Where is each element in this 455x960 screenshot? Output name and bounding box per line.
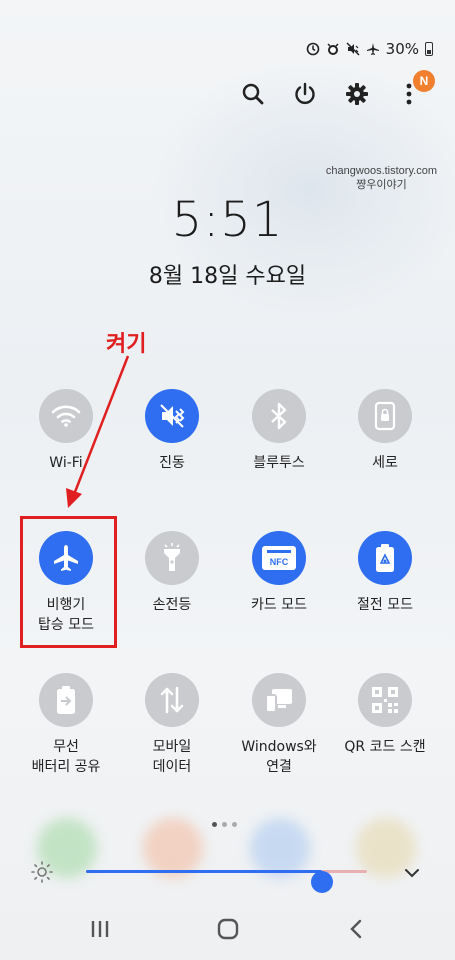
recents-button[interactable] (80, 914, 120, 944)
power-button[interactable] (291, 80, 319, 108)
tile-label: Windows와 연결 (241, 739, 317, 775)
page-dot-2 (222, 822, 227, 827)
more-vert-icon (406, 83, 412, 105)
highlight-box (20, 516, 117, 648)
sync-icon (306, 42, 319, 56)
tile-nfc[interactable]: NFC 카드 모드 (229, 531, 329, 615)
tile-flashlight[interactable]: 손전등 (122, 531, 222, 615)
tile-label: 모바일 데이터 (152, 739, 192, 775)
annotation-label: 켜기 (106, 332, 147, 357)
notification-badge: N (413, 70, 435, 92)
tile-vibrate[interactable]: 진동 (122, 389, 222, 473)
bluetooth-icon[interactable] (252, 389, 306, 443)
tile-label: 손전등 (152, 597, 192, 613)
power-icon (295, 82, 315, 105)
nfc-icon[interactable]: NFC (252, 531, 306, 585)
search-icon (242, 83, 264, 105)
page-dot-3 (232, 822, 237, 827)
flashlight-icon[interactable] (145, 531, 199, 585)
tile-label: 절전 모드 (357, 597, 413, 613)
back-button[interactable] (336, 914, 376, 944)
tile-label: QR 코드 스캔 (344, 739, 426, 755)
chevron-down-icon[interactable] (403, 864, 421, 882)
search-button[interactable] (239, 80, 267, 108)
sun-icon (31, 861, 53, 883)
alarm-icon (327, 43, 339, 55)
battery-icon (425, 42, 433, 56)
recents-icon (91, 921, 109, 937)
tile-label: Wi-Fi (49, 455, 83, 471)
brightness-fill (86, 870, 323, 873)
quick-panel-actions: N (239, 70, 435, 108)
more-options-button[interactable]: N (395, 70, 435, 108)
back-icon (350, 919, 362, 939)
clock-time[interactable]: 5:51 (0, 192, 455, 248)
wifi-icon[interactable] (39, 389, 93, 443)
battery-percent: 30% (385, 40, 419, 58)
status-bar: 30% (306, 40, 433, 58)
tile-label: 진동 (159, 455, 185, 471)
qr-code-icon[interactable] (358, 673, 412, 727)
tile-qr-code[interactable]: QR 코드 스캔 (335, 673, 435, 757)
home-button[interactable] (208, 914, 248, 944)
tile-wireless-powershare[interactable]: 무선 배터리 공유 (16, 673, 116, 777)
tile-label: 무선 배터리 공유 (31, 739, 101, 775)
watermark: changwoos.tistory.com 쨩우이야기 (326, 164, 437, 192)
annotation-arrow (66, 355, 130, 508)
airplane-mode-icon (366, 43, 379, 55)
brightness-slider[interactable] (86, 870, 367, 893)
wireless-powershare-icon[interactable] (39, 673, 93, 727)
page-indicator[interactable] (212, 822, 237, 827)
tile-label: 카드 모드 (251, 597, 307, 613)
brightness-control (30, 860, 425, 893)
tile-wifi[interactable]: Wi-Fi (16, 389, 116, 473)
link-to-windows-icon[interactable] (252, 673, 306, 727)
settings-button[interactable] (343, 80, 371, 108)
tile-bluetooth[interactable]: 블루투스 (229, 389, 329, 473)
tile-portrait-lock[interactable]: 세로 (335, 389, 435, 473)
power-saving-icon[interactable] (358, 531, 412, 585)
mobile-data-icon[interactable] (145, 673, 199, 727)
tile-label: 세로 (372, 455, 398, 471)
tile-mobile-data[interactable]: 모바일 데이터 (122, 673, 222, 777)
watermark-url: changwoos.tistory.com (325, 165, 437, 177)
tile-link-to-windows[interactable]: Windows와 연결 (229, 673, 329, 777)
svg-text:NFC: NFC (270, 557, 289, 567)
tile-power-saving[interactable]: 절전 모드 (335, 531, 435, 615)
gear-icon (346, 83, 368, 105)
brightness-thumb[interactable] (311, 871, 334, 893)
vibrate-icon[interactable] (145, 389, 199, 443)
mute-icon (346, 42, 360, 56)
page-dot-1 (212, 822, 217, 827)
navigation-bar (0, 914, 455, 944)
watermark-name: 쨩우이야기 (356, 179, 407, 191)
tile-label: 블루투스 (253, 455, 305, 471)
portrait-lock-icon[interactable] (358, 389, 412, 443)
home-icon (217, 918, 239, 940)
clock-date[interactable]: 8월 18일 수요일 (0, 258, 455, 290)
